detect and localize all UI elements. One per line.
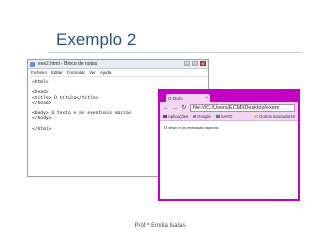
reload-icon[interactable]: ↻	[181, 104, 187, 111]
bookmark-label: Outros marcadores	[259, 114, 295, 119]
google-icon	[193, 115, 197, 118]
forward-arrow-icon[interactable]: →	[172, 105, 178, 111]
tab-title: O título	[168, 95, 183, 101]
address-bar[interactable]: file:///C:/Users/ECMI/Desktop/exem	[190, 103, 295, 112]
bookmark-label: SAPO	[220, 114, 233, 119]
page-content: O texto e as eventuais marcas	[160, 121, 298, 134]
slide-title: Exemplo 2	[56, 30, 137, 49]
browser-toolbar: ← → ↻ file:///C:/Users/ECMI/Desktop/exem	[160, 102, 298, 113]
menu-ajuda[interactable]: Ajuda	[100, 70, 112, 75]
bookmark-google[interactable]: Google	[193, 114, 211, 119]
title-divider	[48, 52, 302, 53]
apps-grid-icon	[163, 115, 167, 118]
bookmark-other[interactable]: Outros marcadores	[254, 114, 295, 119]
menu-ficheiro[interactable]: Ficheiro	[31, 70, 47, 75]
maximize-icon[interactable]: □	[192, 61, 198, 66]
close-icon[interactable]: ×	[200, 61, 206, 66]
menu-editar[interactable]: Editar	[51, 70, 63, 75]
bookmark-label: Google	[197, 114, 211, 119]
notepad-menubar: Ficheiro Editar Formatar Ver Ajuda	[28, 69, 208, 77]
page-text: O texto e as eventuais marcas	[164, 125, 219, 130]
bookmark-aplicacoes[interactable]: Aplicações	[163, 114, 188, 119]
slide-footer: Prof.ª Emília Isaías	[134, 223, 186, 229]
bookmarks-bar: Aplicações Google SAPO Outros marcadores	[160, 113, 298, 121]
minimize-icon[interactable]: –	[184, 61, 190, 66]
browser-tab[interactable]: O título ×	[166, 94, 210, 102]
bookmark-label: Aplicações	[168, 114, 189, 119]
menu-formatar[interactable]: Formatar	[67, 70, 85, 75]
notepad-title: exe2.html - Bloco de notas	[38, 61, 98, 67]
tab-close-icon[interactable]: ×	[205, 95, 208, 100]
browser-window: O título × ← → ↻ file:///C:/Users/ECMI/D…	[158, 89, 300, 201]
browser-tabstrip: O título ×	[160, 91, 298, 102]
menu-ver[interactable]: Ver	[89, 70, 96, 75]
folder-icon	[254, 115, 259, 118]
back-arrow-icon[interactable]: ←	[163, 105, 169, 111]
notepad-titlebar[interactable]: exe2.html - Bloco de notas – □ ×	[28, 60, 208, 69]
bookmark-sapo[interactable]: SAPO	[215, 114, 233, 119]
sapo-icon	[215, 115, 220, 118]
notepad-icon	[30, 61, 35, 67]
